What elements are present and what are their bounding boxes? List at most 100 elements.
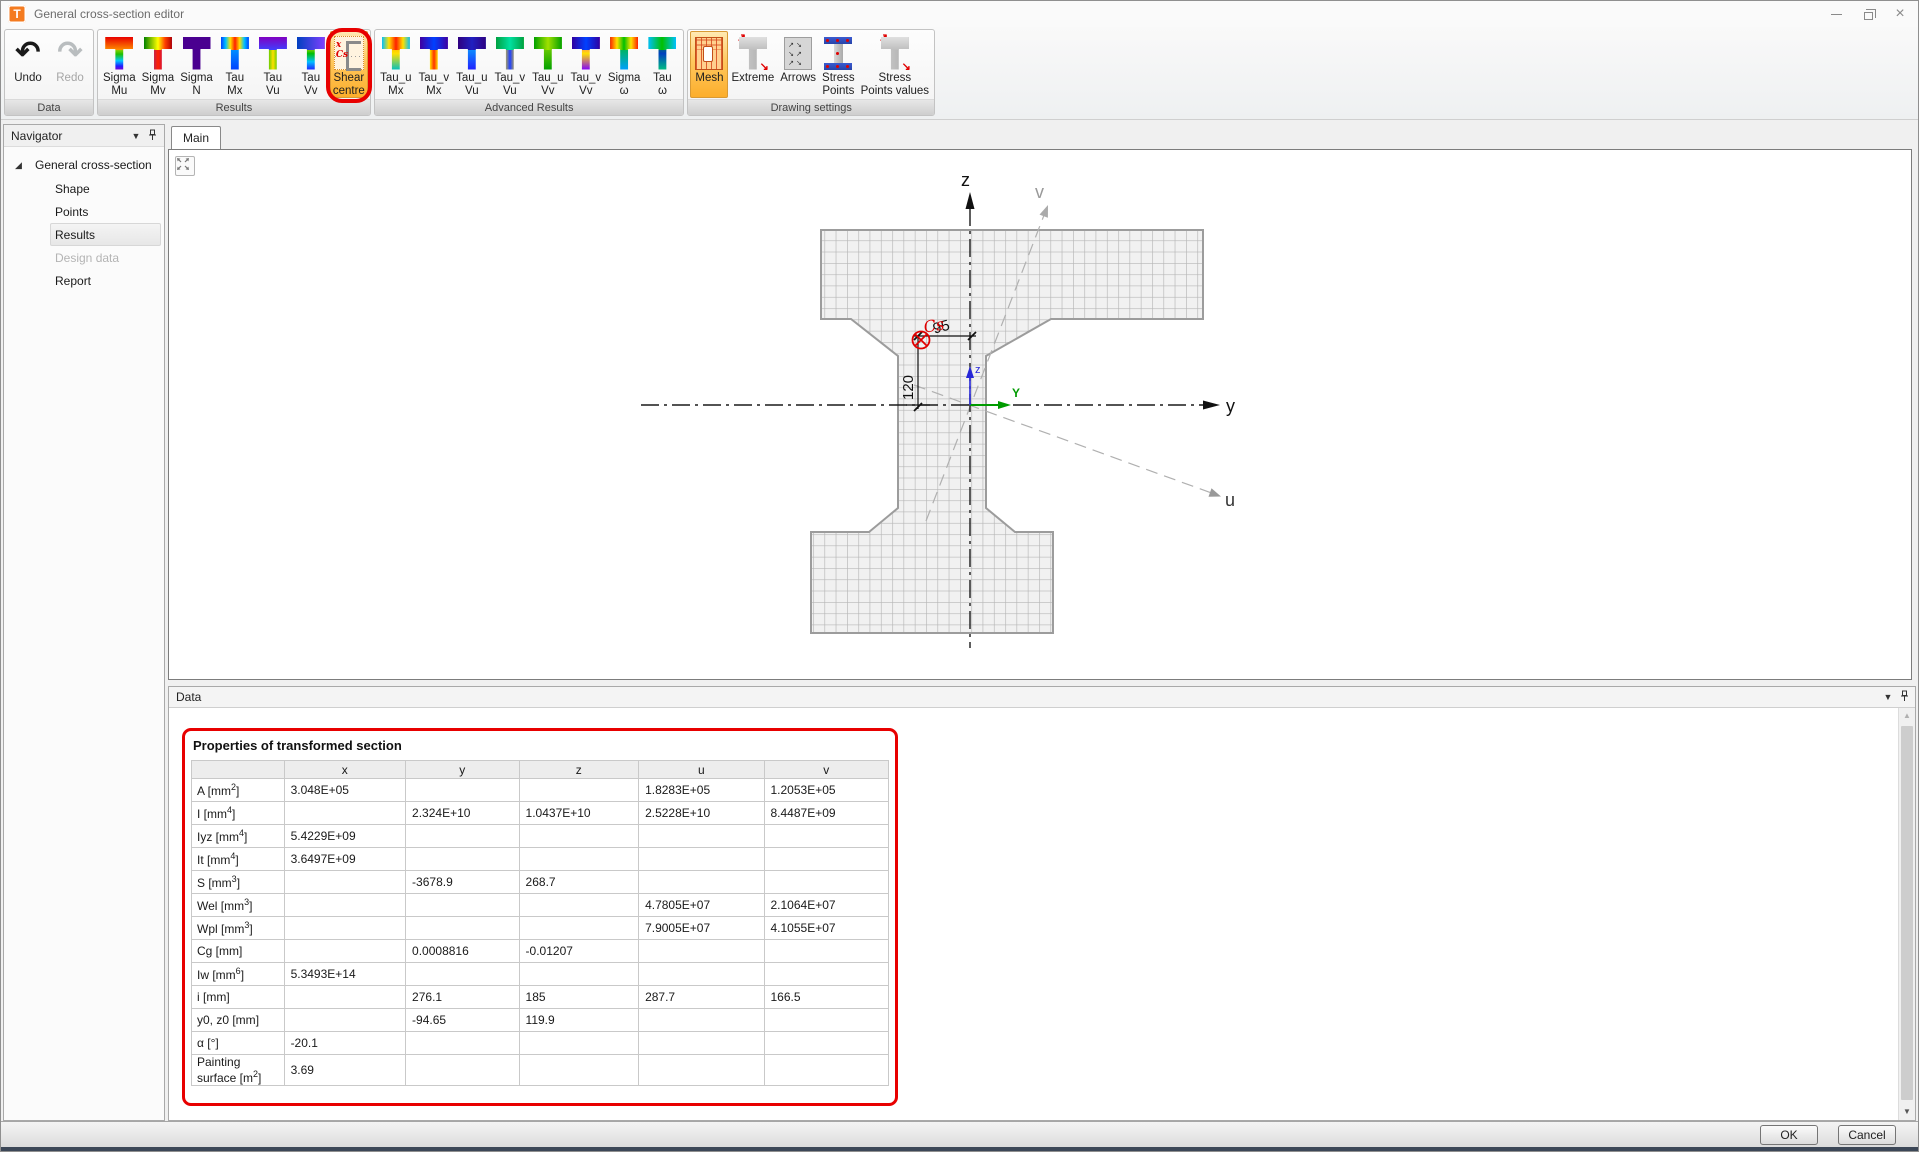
table-row: Wel [mm3]4.7805E+072.1064E+07 (192, 894, 889, 917)
table-row: It [mm4]3.6497E+09 (192, 848, 889, 871)
column-header: y (406, 761, 520, 779)
centroid-y-label: Y (1012, 386, 1020, 400)
value-cell (764, 1032, 889, 1055)
arrows-button[interactable]: Arrows (777, 31, 819, 98)
button-label-line: ω (653, 85, 672, 98)
data-panel-pin-icon[interactable] (1896, 690, 1912, 704)
navigator-dropdown-icon[interactable]: ▼ (128, 131, 144, 141)
value-cell: 0.0008816 (406, 940, 520, 963)
value-cell (519, 894, 639, 917)
maximize-button[interactable] (1852, 1, 1884, 27)
sigma-mv-button[interactable]: SigmaMv (139, 31, 178, 98)
nav-item-points[interactable]: Points (50, 200, 161, 223)
scroll-down-icon[interactable]: ▼ (1899, 1104, 1915, 1120)
tau-vv-button[interactable]: TauVv (292, 31, 330, 98)
value-cell (764, 1055, 889, 1086)
button-label-line: Tau_v (570, 72, 601, 85)
button-label-line: Points (822, 85, 855, 98)
value-cell (639, 963, 764, 986)
tau-u-mx-button[interactable]: Tau_uMx (377, 31, 415, 98)
mesh-button[interactable]: Mesh (690, 31, 728, 98)
value-cell: 3.048E+05 (284, 779, 405, 802)
vertical-scrollbar[interactable]: ▲ ▼ (1898, 708, 1915, 1120)
cancel-button[interactable]: Cancel (1838, 1125, 1896, 1145)
button-label-line: Vu (456, 85, 487, 98)
window-bottom-edge (1, 1147, 1918, 1151)
tau-u-vv-button[interactable]: Tau_uVv (529, 31, 567, 98)
minimize-button[interactable] (1820, 1, 1852, 27)
drawing-canvas[interactable]: v u z y Y (168, 149, 1912, 680)
value-cell: 4.7805E+07 (639, 894, 764, 917)
button-label: Sigmaω (608, 72, 641, 97)
undo-button[interactable]: Undo (7, 31, 49, 98)
redo-button[interactable]: Redo (49, 31, 91, 98)
value-cell (284, 940, 405, 963)
application-window: T General cross-section editor × UndoRed… (0, 0, 1919, 1152)
close-icon: × (1895, 6, 1904, 22)
sigma-n-button[interactable]: SigmaN (177, 31, 216, 98)
stress-points-values-button[interactable]: StressPoints values (858, 31, 932, 98)
ribbon-group-caption: Drawing settings (688, 99, 934, 115)
close-button[interactable]: × (1884, 1, 1916, 27)
ribbon-group-drawing-settings: MeshExtremeArrowsStressPointsStressPoint… (687, 29, 935, 116)
value-cell (639, 940, 764, 963)
value-cell: 1.0437E+10 (519, 802, 639, 825)
tree-expander-icon[interactable]: ◢ (15, 154, 22, 176)
fit-view-icon (176, 157, 190, 171)
scrollbar-thumb[interactable] (1901, 726, 1913, 1100)
sigma-omega-button[interactable]: Sigmaω (605, 31, 644, 98)
value-cell (406, 894, 520, 917)
tau-mx-button[interactable]: TauMx (216, 31, 254, 98)
value-cell (519, 1055, 639, 1086)
row-label: Iw [mm6] (192, 963, 285, 986)
tau-u-mx-icon (382, 34, 410, 72)
row-label: Cg [mm] (192, 940, 285, 963)
button-label-line: Tau (653, 72, 672, 85)
button-label-line: Mx (418, 85, 449, 98)
tau-omega-button[interactable]: Tauω (643, 31, 681, 98)
value-cell (284, 871, 405, 894)
button-label-line: Vu (494, 85, 525, 98)
shear-centre-button[interactable]: Shearcentre (330, 31, 368, 98)
button-label: Redo (56, 72, 84, 85)
button-label: Tau_vMx (418, 72, 449, 97)
value-cell: 8.4487E+09 (764, 802, 889, 825)
navigator-pin-icon[interactable] (144, 129, 160, 143)
sigma-mu-button[interactable]: SigmaMu (100, 31, 139, 98)
data-panel-dropdown-icon[interactable]: ▼ (1880, 692, 1896, 702)
value-cell (639, 848, 764, 871)
fit-view-button[interactable] (175, 156, 195, 176)
table-header-row: xyzuv (192, 761, 889, 779)
extreme-button[interactable]: Extreme (728, 31, 777, 98)
ribbon-group-caption: Data (5, 99, 93, 115)
redo-icon (56, 34, 84, 72)
value-cell: 1.2053E+05 (764, 779, 889, 802)
tau-u-vu-button[interactable]: Tau_uVu (453, 31, 491, 98)
tau-u-vu-icon (458, 34, 486, 72)
button-label-line: Stress (861, 72, 929, 85)
nav-item-report[interactable]: Report (50, 269, 161, 292)
value-cell (284, 1009, 405, 1032)
button-label-line: Sigma (608, 72, 641, 85)
shear-centre-label: Cs (922, 314, 945, 336)
scroll-up-icon[interactable]: ▲ (1899, 708, 1915, 724)
ok-button[interactable]: OK (1760, 1125, 1818, 1145)
row-label: S [mm3] (192, 871, 285, 894)
tau-vu-button[interactable]: TauVu (254, 31, 292, 98)
tau-v-mx-button[interactable]: Tau_vMx (415, 31, 453, 98)
value-cell (764, 871, 889, 894)
button-label: SigmaMv (142, 72, 175, 97)
nav-item-results[interactable]: Results (50, 223, 161, 246)
tau-v-vu-button[interactable]: Tau_vVu (491, 31, 529, 98)
nav-item-shape[interactable]: Shape (50, 177, 161, 200)
mesh-icon (695, 34, 723, 72)
tau-u-vv-icon (534, 34, 562, 72)
nav-item-general-cross-section[interactable]: ◢General cross-section (4, 154, 164, 177)
value-cell: 268.7 (519, 871, 639, 894)
nav-item-design-data[interactable]: Design data (50, 246, 161, 269)
nav-item-label: Results (55, 228, 95, 242)
tau-v-vv-button[interactable]: Tau_vVv (567, 31, 605, 98)
axis-v-label: v (1035, 182, 1044, 202)
tab-main[interactable]: Main (171, 126, 221, 149)
stress-points-button[interactable]: StressPoints (819, 31, 858, 98)
